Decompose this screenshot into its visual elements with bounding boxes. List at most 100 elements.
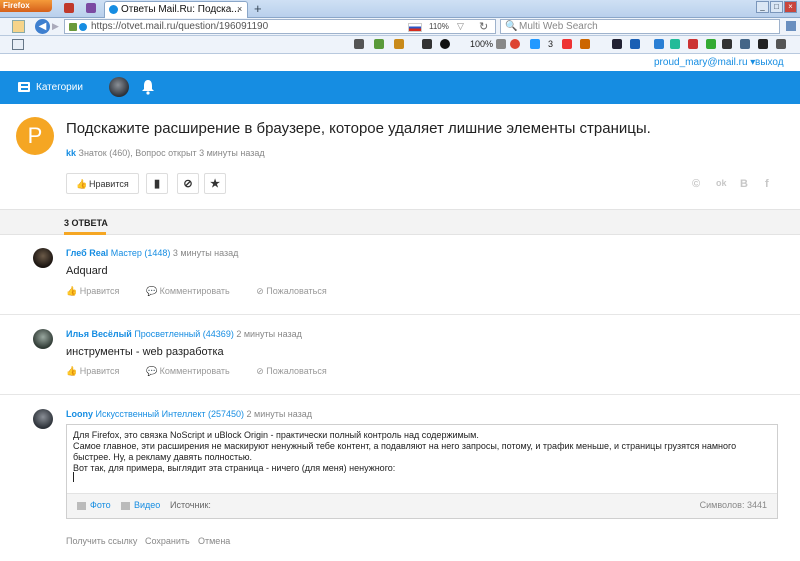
comment-label: Комментировать [159,286,230,296]
flag-icon [408,23,422,32]
url-text: https://otvet.mail.ru/question/196091190 [91,21,269,32]
add-video-button[interactable]: Видео [134,500,160,510]
maximize-button[interactable]: □ [770,1,783,13]
close-window-button[interactable]: × [784,1,797,13]
mail-tab-icon[interactable] [86,3,96,13]
question-title: Подскажите расширение в браузере, которо… [66,120,651,137]
search-icon: 🔍 [505,21,518,32]
divider [0,314,800,315]
page-zoom[interactable]: 100% [470,39,493,49]
cancel-button[interactable]: Отмена [198,536,230,546]
addon-icon[interactable] [422,39,432,49]
bell-icon[interactable] [141,79,155,95]
star-button[interactable]: ★ [204,173,226,194]
minimize-button[interactable]: _ [756,1,769,13]
editor-text[interactable]: Для Firefox, это связка NoScript и uBloc… [73,430,773,474]
mail-ru-icon [109,5,118,14]
answer-text: инструменты - web разработка [66,346,224,358]
block-button[interactable]: ⊘ [177,173,199,194]
address-bar[interactable]: https://otvet.mail.ru/question/196091190… [64,19,496,34]
addon-icon[interactable] [530,39,540,49]
answer-author[interactable]: Илья Весёлый [66,329,132,339]
answers-header: 3 ОТВЕТА [0,209,800,235]
addon-icon[interactable] [374,39,384,49]
avatar[interactable] [33,329,53,349]
like-action[interactable]: 👍 Нравится [66,366,131,376]
like-label: Нравится [79,366,120,376]
get-link-button[interactable]: Получить ссылку [66,536,137,546]
report-label: Пожаловаться [266,286,327,296]
dropdown-icon[interactable]: ▽ [457,21,464,32]
close-tab-icon[interactable]: × [237,4,242,14]
comment-action[interactable]: 💬 Комментировать [146,366,242,376]
categories-button[interactable]: Категории [36,82,83,93]
share-vk-icon[interactable]: В [740,178,748,190]
user-email[interactable]: proud_mary@mail.ru ▾ [654,57,755,68]
addon-icon[interactable] [740,39,750,49]
addon-icon[interactable] [612,39,622,49]
firefox-menu-button[interactable]: Firefox [0,0,52,12]
source-button[interactable]: Источник: [170,500,211,510]
back-button[interactable]: ◀ [35,19,50,34]
addon-icon[interactable] [510,39,520,49]
share-facebook-icon[interactable]: f [765,178,769,190]
addon-icon[interactable] [354,39,364,49]
editor-line: быстрее. Ну, а рекламу давять полностью. [73,452,253,462]
addon-icon[interactable] [688,39,698,49]
addon-icon[interactable] [776,39,786,49]
site-header: Категории [0,71,800,104]
avatar[interactable] [33,248,53,268]
download-icon[interactable] [394,39,404,49]
search-box[interactable]: 🔍 Multi Web Search [500,19,780,34]
addon-toolbar-icon[interactable] [12,39,24,50]
add-photo-button[interactable]: Фото [90,500,111,510]
like-button[interactable]: 👍 Нравится [66,173,139,194]
new-tab-button[interactable]: + [254,1,262,16]
answers-tab-underline [64,232,106,235]
addon-icon[interactable] [706,39,716,49]
addon-icon[interactable] [722,39,732,49]
video-icon [121,502,130,510]
addon-icon[interactable] [562,39,572,49]
bookmarks-icon[interactable] [786,21,796,31]
addon-icon[interactable] [654,39,664,49]
gear-icon[interactable] [440,39,450,49]
forward-button[interactable]: ▶ [52,21,62,32]
list-icon [18,82,30,92]
answer-meta: Илья Весёлый Просветленный (44369) 2 мин… [66,329,302,339]
answer-author[interactable]: Глеб Real [66,248,108,258]
addon-icon[interactable] [670,39,680,49]
question-author-avatar[interactable]: P [16,117,54,155]
share-ok-icon[interactable]: ok [716,178,727,188]
tab-otvet[interactable]: Ответы Mail.Ru: Подска... × [104,1,248,18]
addon-icon[interactable] [496,39,506,49]
answer-time: 2 минуты назад [233,329,302,339]
bookmark-button[interactable]: ▮ [146,173,168,194]
report-action[interactable]: ⊘ Пожаловаться [256,366,338,376]
logout-link[interactable]: выход [755,57,784,68]
answer-editor[interactable]: Для Firefox, это связка NoScript и uBloc… [66,424,778,519]
editor-footer: Фото Видео Источник: Символов: 3441 [67,493,777,518]
avatar[interactable] [109,77,129,97]
addon-icon[interactable] [630,39,640,49]
reload-icon[interactable]: ↻ [479,20,488,33]
answer-author[interactable]: Loony [66,409,93,419]
addon-icon[interactable] [580,39,590,49]
save-button[interactable]: Сохранить [145,536,190,546]
comment-action[interactable]: 💬 Комментировать [146,286,242,296]
editor-line: Для Firefox, это связка NoScript и uBloc… [73,430,479,440]
question-author[interactable]: kk [66,148,76,158]
answer-rank: Мастер (1448) [108,248,171,258]
block-icon: ⊘ [183,178,193,190]
report-action[interactable]: ⊘ Пожаловаться [256,286,338,296]
search-input[interactable]: Multi Web Search [519,21,598,32]
home-icon[interactable] [12,20,25,33]
answer-actions: 👍 Нравится 💬 Комментировать ⊘ Пожаловать… [66,366,351,377]
share-copyright-icon[interactable]: © [692,178,700,190]
question-meta: kk Знаток (460), Вопрос открыт 3 минуты … [66,148,265,158]
pinned-tab-icon[interactable] [64,3,74,13]
addon-icon[interactable] [758,39,768,49]
like-action[interactable]: 👍 Нравится [66,286,131,296]
avatar[interactable] [33,409,53,429]
answers-count[interactable]: 3 ОТВЕТА [64,218,108,228]
